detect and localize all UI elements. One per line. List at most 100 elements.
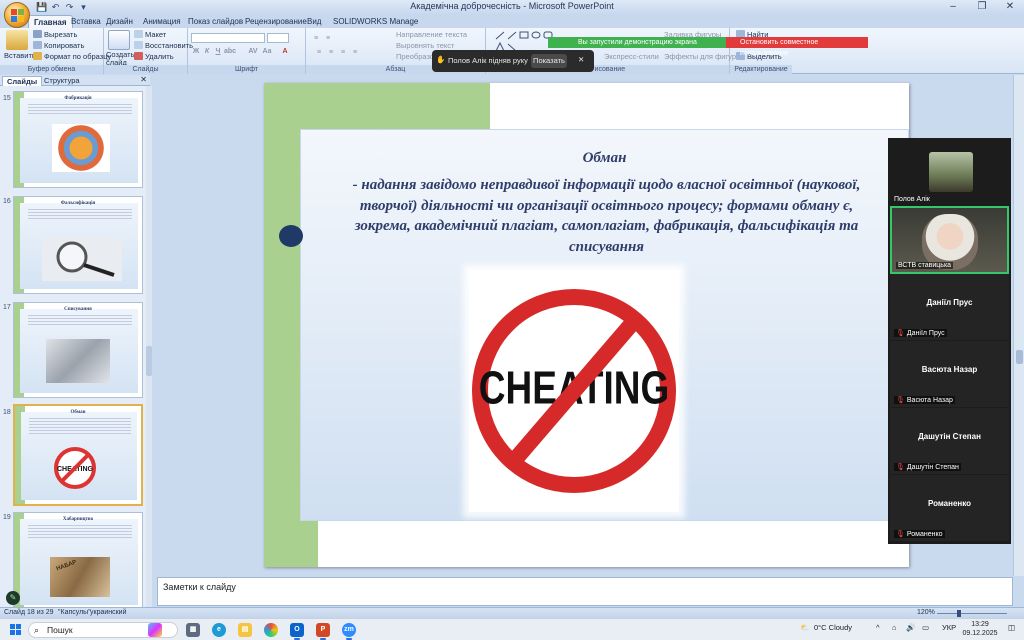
no-cheating-thumb-icon: CHEATING: [54, 447, 96, 489]
chrome-icon[interactable]: [264, 623, 278, 637]
change-case-button[interactable]: Aa: [262, 47, 272, 56]
slide-thumbnail[interactable]: Фабрикація: [13, 91, 143, 188]
no-cheating-image[interactable]: CHEATING: [469, 270, 679, 512]
numbering-button[interactable]: ≡: [323, 34, 333, 43]
participant-tile[interactable]: Даніїл Прус 🎙 Даніїл Прус: [890, 274, 1009, 340]
font-color-button[interactable]: A: [280, 47, 290, 56]
close-icon[interactable]: ✕: [140, 75, 147, 84]
participant-name: Полов Алік: [894, 196, 930, 203]
participant-tile[interactable]: Романенко 🎙 Романенко: [890, 475, 1009, 541]
font-group: Ж К Ч abc AV Aa A Шрифт: [188, 28, 306, 74]
participant-name: Даніїл Прус: [926, 298, 973, 307]
tab-outline[interactable]: Структура: [40, 76, 84, 86]
slide-thumbnail[interactable]: Фальсифікація: [13, 196, 143, 294]
participant-tile[interactable]: Дашутін Степан 🎙 Дашутін Степан: [890, 408, 1009, 474]
copilot-icon[interactable]: [148, 623, 162, 637]
layout-button[interactable]: Макет: [134, 30, 166, 39]
zoom-participants-panel: ✋ Полов Алік ВСТВ ставицька Даніїл Прус …: [888, 138, 1011, 544]
thumbnail-scrollbar[interactable]: [146, 86, 152, 607]
clock[interactable]: 13:29 09.12.2025: [958, 620, 1002, 638]
zoom-icon[interactable]: zm: [342, 623, 356, 640]
windows-start-icon[interactable]: [10, 624, 21, 635]
ribbon-tabs: Главная Вставка Дизайн Анимация Показ сл…: [0, 14, 1024, 28]
no-cheating-icon: CHEATING: [472, 289, 676, 493]
weather-icon[interactable]: ⛅: [800, 623, 809, 632]
task-view-icon[interactable]: ▦: [186, 623, 200, 637]
tab-view[interactable]: Вид: [302, 15, 326, 28]
participant-tile[interactable]: Васюта Назар 🎙 Васюта Назар: [890, 341, 1009, 407]
thumb-title: Фабрикація: [64, 96, 92, 101]
justify-button[interactable]: ≡: [350, 48, 360, 57]
thumb-title: Списування: [64, 307, 92, 312]
quick-styles-button[interactable]: Экспресс-стили: [604, 52, 659, 61]
shapes-gallery[interactable]: [494, 30, 554, 52]
stop-share-button[interactable]: Остановить совместное использование: [726, 37, 868, 57]
tab-design[interactable]: Дизайн: [101, 15, 138, 28]
pen-icon[interactable]: ✎: [6, 591, 20, 605]
paste-button[interactable]: Вставить: [4, 51, 36, 60]
slide-notes[interactable]: Заметки к слайду: [157, 577, 1013, 606]
slide-canvas[interactable]: Обман - надання завідомо неправдивої інф…: [264, 83, 909, 567]
powerpoint-icon[interactable]: P: [316, 623, 330, 640]
close-button[interactable]: ✕: [996, 0, 1024, 13]
title-bar: 💾 ↶ ↷ ▾ Академічна доброчесність - Micro…: [0, 0, 1024, 14]
tab-insert[interactable]: Вставка: [66, 15, 106, 28]
shape-effects-button[interactable]: Эффекты для фигур: [664, 52, 736, 61]
align-text-button[interactable]: Выровнять текст: [396, 41, 454, 50]
delete-slide-button[interactable]: Удалить: [134, 52, 174, 61]
language-status[interactable]: украинский: [90, 609, 127, 616]
font-size-combo[interactable]: [267, 33, 289, 43]
edge-icon[interactable]: e: [212, 623, 226, 637]
align-center-button[interactable]: ≡: [326, 48, 336, 57]
align-right-button[interactable]: ≡: [338, 48, 348, 57]
bullets-button[interactable]: ≡: [311, 34, 321, 43]
thumb-image: [46, 339, 110, 383]
reset-button[interactable]: Восстановить: [134, 41, 193, 50]
tray-chevron-icon[interactable]: ^: [876, 623, 880, 632]
font-family-combo[interactable]: [191, 33, 265, 43]
underline-button[interactable]: Ч: [213, 47, 223, 56]
thumb-title: Хабарництво: [62, 517, 94, 522]
outlook-icon[interactable]: O: [290, 623, 304, 640]
participant-tile-active-speaker[interactable]: ВСТВ ставицька: [890, 206, 1009, 274]
participant-name: ВСТВ ставицька: [896, 262, 954, 269]
slide-title[interactable]: Обман: [300, 150, 909, 167]
file-explorer-icon[interactable]: ▤: [238, 623, 252, 637]
cut-button[interactable]: Вырезать: [33, 30, 77, 39]
slide-thumbnail[interactable]: Хабарництво НАБАР: [13, 512, 143, 607]
paste-icon[interactable]: [6, 30, 28, 50]
weather-text[interactable]: 0°C Cloudy: [814, 623, 852, 632]
zoom-level[interactable]: 120%: [917, 609, 935, 616]
align-left-button[interactable]: ≡: [314, 48, 324, 57]
close-icon[interactable]: ✕: [578, 55, 584, 64]
slide-thumbnail[interactable]: Списування: [13, 302, 143, 398]
format-painter-button[interactable]: Формат по образцу: [33, 52, 111, 61]
tab-review[interactable]: Рецензирование: [240, 15, 312, 28]
cut-icon: [33, 30, 42, 38]
copy-button[interactable]: Копировать: [33, 41, 84, 50]
tab-slides[interactable]: Слайды: [2, 76, 43, 86]
new-slide-icon[interactable]: [108, 30, 130, 50]
strike-button[interactable]: abc: [224, 47, 236, 56]
zoom-slider[interactable]: [937, 610, 1007, 617]
slide-body-text[interactable]: - надання завідомо неправдивої інформаці…: [334, 175, 879, 257]
text-direction-button[interactable]: Направление текста: [396, 30, 467, 39]
battery-icon[interactable]: ▭: [922, 623, 929, 632]
maximize-button[interactable]: ❐: [968, 0, 996, 13]
char-spacing-button[interactable]: AV: [248, 47, 258, 56]
input-language[interactable]: УКР: [942, 623, 956, 632]
bold-button[interactable]: Ж: [191, 47, 201, 56]
tab-animation[interactable]: Анимация: [138, 15, 186, 28]
minimize-button[interactable]: –: [939, 0, 967, 13]
tab-solidworks[interactable]: SOLIDWORKS Manage: [328, 15, 423, 28]
office-button[interactable]: [4, 2, 30, 28]
participant-tile[interactable]: Полов Алік: [890, 142, 1009, 206]
slide-thumbnail-selected[interactable]: Обман CHEATING: [13, 404, 143, 506]
notifications-icon[interactable]: ◫: [1008, 623, 1015, 632]
italic-button[interactable]: К: [202, 47, 212, 56]
network-icon[interactable]: ⌂: [892, 623, 897, 632]
slide-scrollbar[interactable]: [1013, 75, 1024, 576]
volume-icon[interactable]: 🔊: [906, 623, 915, 632]
show-button[interactable]: Показать: [531, 54, 567, 68]
tab-slideshow[interactable]: Показ слайдов: [183, 15, 248, 28]
